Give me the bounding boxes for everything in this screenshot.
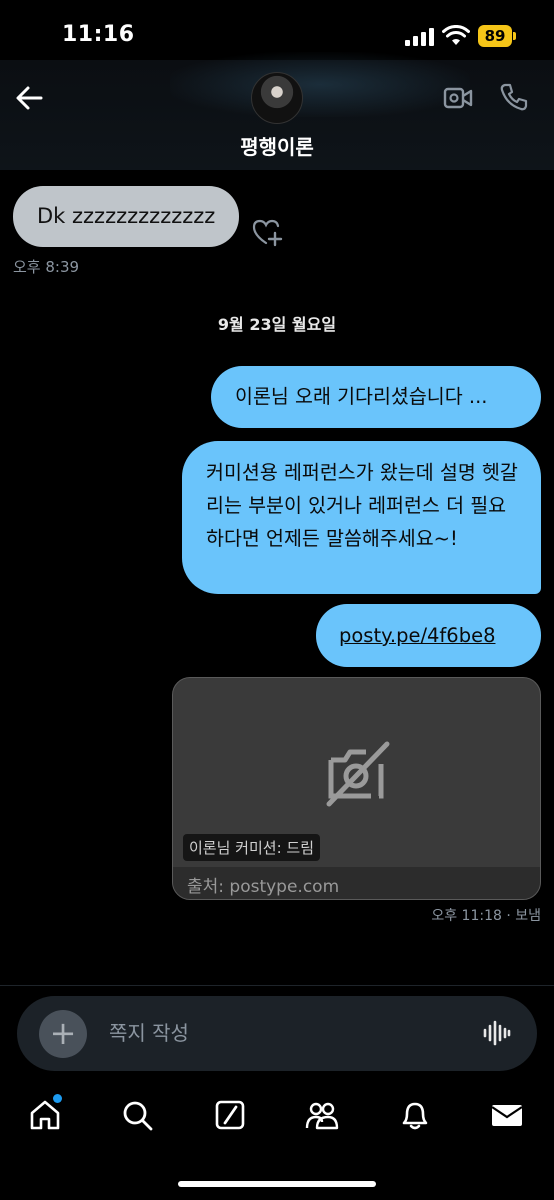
date-separator: 9월 23일 월요일: [217, 315, 337, 334]
back-arrow-icon[interactable]: [14, 84, 44, 112]
grok-icon[interactable]: [213, 1098, 247, 1132]
search-icon[interactable]: [120, 1098, 154, 1132]
home-indicator: [178, 1181, 376, 1187]
communities-icon[interactable]: [305, 1098, 339, 1132]
notifications-icon[interactable]: [398, 1098, 432, 1132]
contact-avatar[interactable]: [251, 72, 303, 124]
sent-message-bubble[interactable]: 커미션용 레퍼런스가 왔는데 설명 헷갈리는 부분이 있거나 레퍼런스 더 필요…: [182, 441, 541, 594]
home-icon[interactable]: [28, 1098, 62, 1132]
sent-link-bubble[interactable]: posty.pe/4f6be8: [316, 604, 541, 667]
image-unavailable-icon: [326, 741, 390, 807]
sent-message-bubble[interactable]: 이론님 오래 기다리셨습니다 ...: [211, 366, 541, 428]
received-message-bubble[interactable]: Dk zzzzzzzzzzzzz: [13, 186, 239, 247]
add-reaction-icon[interactable]: [251, 217, 283, 247]
link-preview-source-bar: 출처: postype.com: [173, 867, 540, 899]
sent-status: 오후 11:18 · 보냄: [431, 908, 541, 924]
composer-divider: [0, 985, 554, 986]
phone-call-icon[interactable]: [499, 82, 529, 112]
link-preview-source: 출처: postype.com: [187, 877, 340, 897]
link-preview-title: 이론님 커미션: 드림: [183, 834, 320, 861]
message-link[interactable]: posty.pe/4f6be8: [339, 624, 495, 647]
battery-cap: [513, 32, 516, 40]
received-timestamp: 오후 8:39: [13, 258, 80, 276]
message-composer: +: [17, 996, 537, 1071]
contact-name[interactable]: 평행이론: [0, 131, 554, 160]
add-media-button[interactable]: +: [39, 1010, 87, 1058]
video-call-icon[interactable]: [443, 84, 473, 112]
notification-dot: [53, 1094, 62, 1103]
status-time: 11:16: [62, 22, 135, 47]
voice-message-icon[interactable]: [482, 1018, 512, 1048]
battery-indicator: 89: [478, 25, 512, 47]
signal-icon: [405, 28, 435, 46]
message-input[interactable]: [109, 1018, 449, 1048]
wifi-icon: [442, 25, 470, 45]
messages-icon[interactable]: [490, 1098, 524, 1132]
header-blur: [170, 52, 470, 117]
link-preview-card[interactable]: 이론님 커미션: 드림 출처: postype.com: [172, 677, 541, 900]
